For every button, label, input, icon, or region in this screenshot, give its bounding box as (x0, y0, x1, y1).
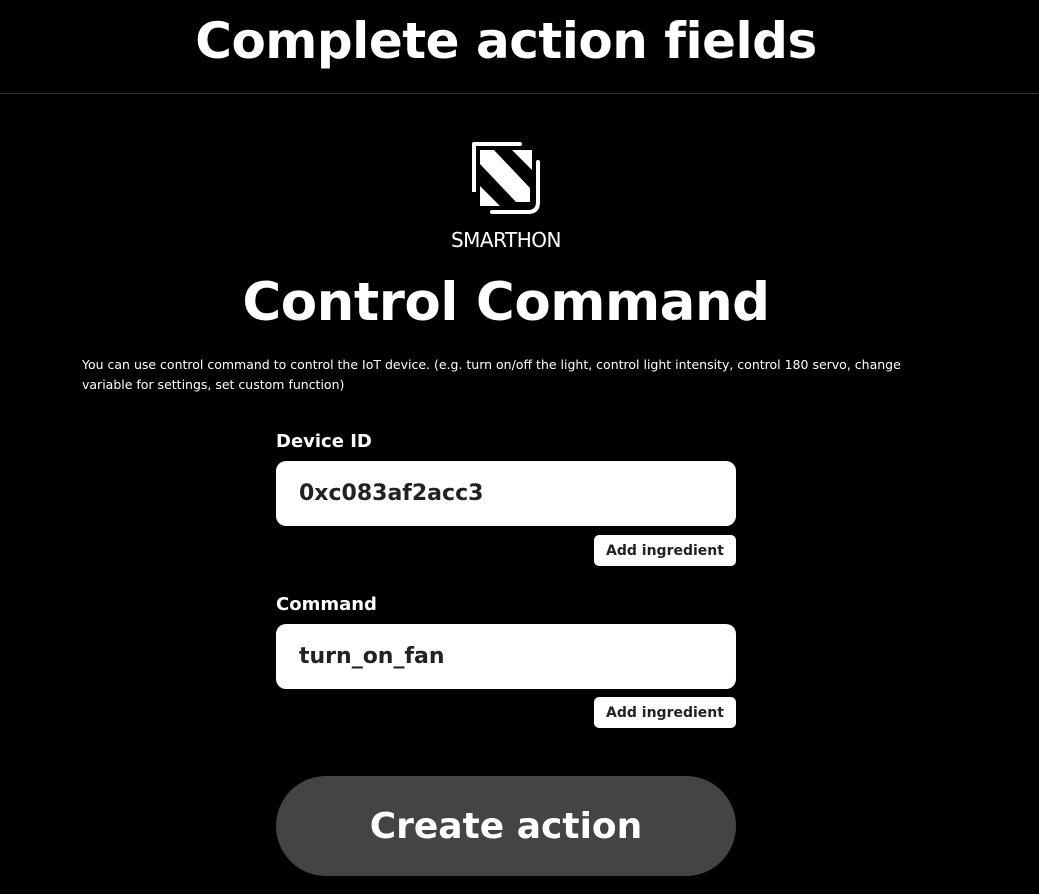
command-input[interactable] (276, 624, 736, 689)
service-description: You can use control command to control t… (82, 357, 901, 392)
page: Complete action fields SMARTHON Control … (0, 0, 1039, 894)
device-id-input[interactable] (276, 461, 736, 526)
service-title: Control Command (242, 272, 770, 333)
smarthon-logo-text: SMARTHON (450, 228, 562, 252)
create-action-button[interactable]: Create action (276, 776, 736, 876)
device-id-add-ingredient-button[interactable]: Add ingredient (594, 535, 736, 566)
service-logo: SMARTHON (440, 140, 572, 255)
header: Complete action fields (0, 0, 1039, 94)
smarthon-logo-icon (472, 142, 540, 214)
device-id-label: Device ID (276, 431, 372, 452)
command-label: Command (276, 594, 377, 615)
command-add-ingredient-button[interactable]: Add ingredient (594, 697, 736, 728)
page-title: Complete action fields (195, 12, 817, 70)
